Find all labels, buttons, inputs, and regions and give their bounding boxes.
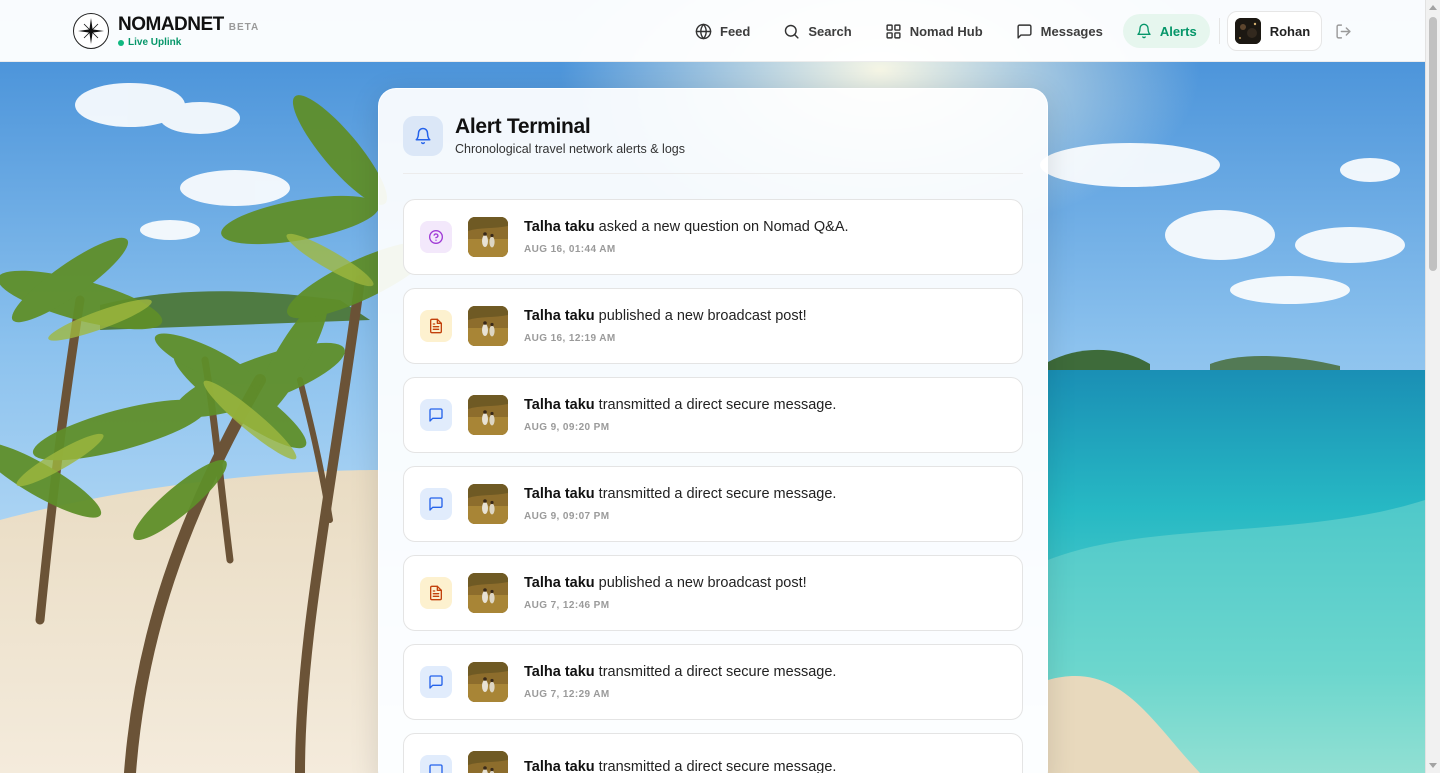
- alert-user-avatar[interactable]: [468, 217, 508, 257]
- live-status-label: Live Uplink: [128, 37, 182, 48]
- document-icon: [420, 310, 452, 342]
- question-circle-icon: [420, 221, 452, 253]
- alert-message: Talha taku published a new broadcast pos…: [524, 575, 807, 591]
- nav-messages[interactable]: Messages: [1003, 14, 1116, 48]
- alert-message: Talha taku transmitted a direct secure m…: [524, 486, 836, 502]
- message-icon: [420, 399, 452, 431]
- nav-divider: [1218, 18, 1220, 44]
- compass-logo-icon: [73, 13, 109, 49]
- alert-item[interactable]: Talha taku asked a new question on Nomad…: [403, 199, 1023, 275]
- brand-name: NOMADNET: [118, 14, 224, 35]
- alert-user-avatar[interactable]: [468, 484, 508, 524]
- alert-user-avatar[interactable]: [468, 751, 508, 773]
- alert-item[interactable]: Talha taku published a new broadcast pos…: [403, 555, 1023, 631]
- alert-message: Talha taku transmitted a direct secure m…: [524, 397, 836, 413]
- user-avatar: [1234, 18, 1261, 44]
- alert-timestamp: AUG 7, 12:46 PM: [524, 600, 610, 611]
- message-icon: [420, 755, 452, 773]
- live-status: Live Uplink: [118, 37, 259, 48]
- alert-list: Talha taku asked a new question on Nomad…: [403, 199, 1023, 773]
- alert-action: published a new broadcast post!: [594, 575, 807, 591]
- alert-item[interactable]: Talha taku transmitted a direct secure m…: [403, 466, 1023, 542]
- alert-action: transmitted a direct secure message.: [594, 397, 837, 413]
- page-subtitle: Chronological travel network alerts & lo…: [455, 142, 685, 156]
- search-icon: [785, 24, 799, 39]
- alert-timestamp: AUG 16, 01:44 AM: [524, 244, 616, 255]
- alert-action: transmitted a direct secure message.: [594, 486, 837, 502]
- globe-icon: [695, 23, 712, 39]
- alert-username[interactable]: Talha taku: [524, 397, 595, 413]
- alert-message: Talha taku asked a new question on Nomad…: [524, 219, 849, 235]
- alert-action: published a new broadcast post!: [594, 308, 807, 324]
- alert-user-avatar[interactable]: [468, 573, 508, 613]
- alert-timestamp: AUG 9, 09:07 PM: [524, 511, 610, 522]
- main-nav: Feed Search Nomad Hub Messages Alerts Ro…: [682, 11, 1352, 51]
- beta-badge: BETA: [228, 22, 260, 33]
- alert-timestamp: AUG 7, 12:29 AM: [524, 689, 610, 700]
- document-icon: [420, 577, 452, 609]
- alert-timestamp: AUG 9, 09:20 PM: [524, 422, 610, 433]
- page-title: Alert Terminal: [455, 115, 591, 138]
- user-name: Rohan: [1269, 23, 1311, 39]
- nav-feed[interactable]: Feed: [682, 14, 763, 48]
- nav-search[interactable]: Search: [770, 14, 864, 48]
- nav-messages-label: Messages: [1040, 23, 1103, 39]
- alert-item[interactable]: Talha taku transmitted a direct secure m…: [403, 733, 1023, 773]
- alert-username[interactable]: Talha taku: [524, 308, 595, 324]
- status-dot-icon: [118, 39, 124, 46]
- alert-action: asked a new question on Nomad Q&A.: [594, 219, 849, 235]
- message-icon: [420, 666, 452, 698]
- nav-nomad-hub-label: Nomad Hub: [909, 23, 983, 39]
- alert-username[interactable]: Talha taku: [524, 759, 595, 773]
- logout-button[interactable]: [1335, 23, 1352, 40]
- nav-feed-label: Feed: [720, 23, 751, 39]
- brand[interactable]: NOMADNET BETA Live Uplink: [73, 13, 259, 49]
- user-profile-button[interactable]: Rohan: [1226, 11, 1323, 51]
- alert-item[interactable]: Talha taku transmitted a direct secure m…: [403, 377, 1023, 453]
- alert-terminal-panel: Alert Terminal Chronological travel netw…: [378, 88, 1048, 773]
- alert-username[interactable]: Talha taku: [524, 664, 595, 680]
- alert-user-avatar[interactable]: [468, 662, 508, 702]
- bell-icon: [1137, 23, 1151, 39]
- alert-action: transmitted a direct secure message.: [594, 664, 837, 680]
- alert-item[interactable]: Talha taku published a new broadcast pos…: [403, 288, 1023, 364]
- alert-username[interactable]: Talha taku: [524, 486, 595, 502]
- nav-alerts[interactable]: Alerts: [1122, 14, 1210, 48]
- page-scrollbar[interactable]: [1425, 0, 1440, 773]
- panel-header: Alert Terminal Chronological travel netw…: [403, 115, 1023, 174]
- scroll-down-arrow-icon[interactable]: [1429, 763, 1437, 768]
- alert-message: Talha taku published a new broadcast pos…: [524, 308, 807, 324]
- alert-user-avatar[interactable]: [468, 395, 508, 435]
- grid-icon: [886, 23, 901, 39]
- alert-timestamp: AUG 16, 12:19 AM: [524, 333, 616, 344]
- alert-item[interactable]: Talha taku transmitted a direct secure m…: [403, 644, 1023, 720]
- alert-user-avatar[interactable]: [468, 306, 508, 346]
- scrollbar-thumb[interactable]: [1429, 17, 1437, 271]
- scroll-up-arrow-icon[interactable]: [1429, 5, 1437, 10]
- alert-message: Talha taku transmitted a direct secure m…: [524, 664, 836, 680]
- alert-username[interactable]: Talha taku: [524, 575, 595, 591]
- alert-username[interactable]: Talha taku: [524, 219, 595, 235]
- alert-message: Talha taku transmitted a direct secure m…: [524, 759, 836, 773]
- alert-action: transmitted a direct secure message.: [594, 758, 837, 773]
- nav-alerts-label: Alerts: [1159, 23, 1197, 39]
- top-navigation-bar: NOMADNET BETA Live Uplink Feed Search No…: [0, 0, 1425, 62]
- header-bell-icon: [403, 115, 443, 156]
- nav-search-label: Search: [808, 23, 852, 39]
- message-icon: [1017, 23, 1032, 39]
- nav-nomad-hub[interactable]: Nomad Hub: [872, 14, 996, 48]
- logout-icon: [1336, 23, 1351, 39]
- message-icon: [420, 488, 452, 520]
